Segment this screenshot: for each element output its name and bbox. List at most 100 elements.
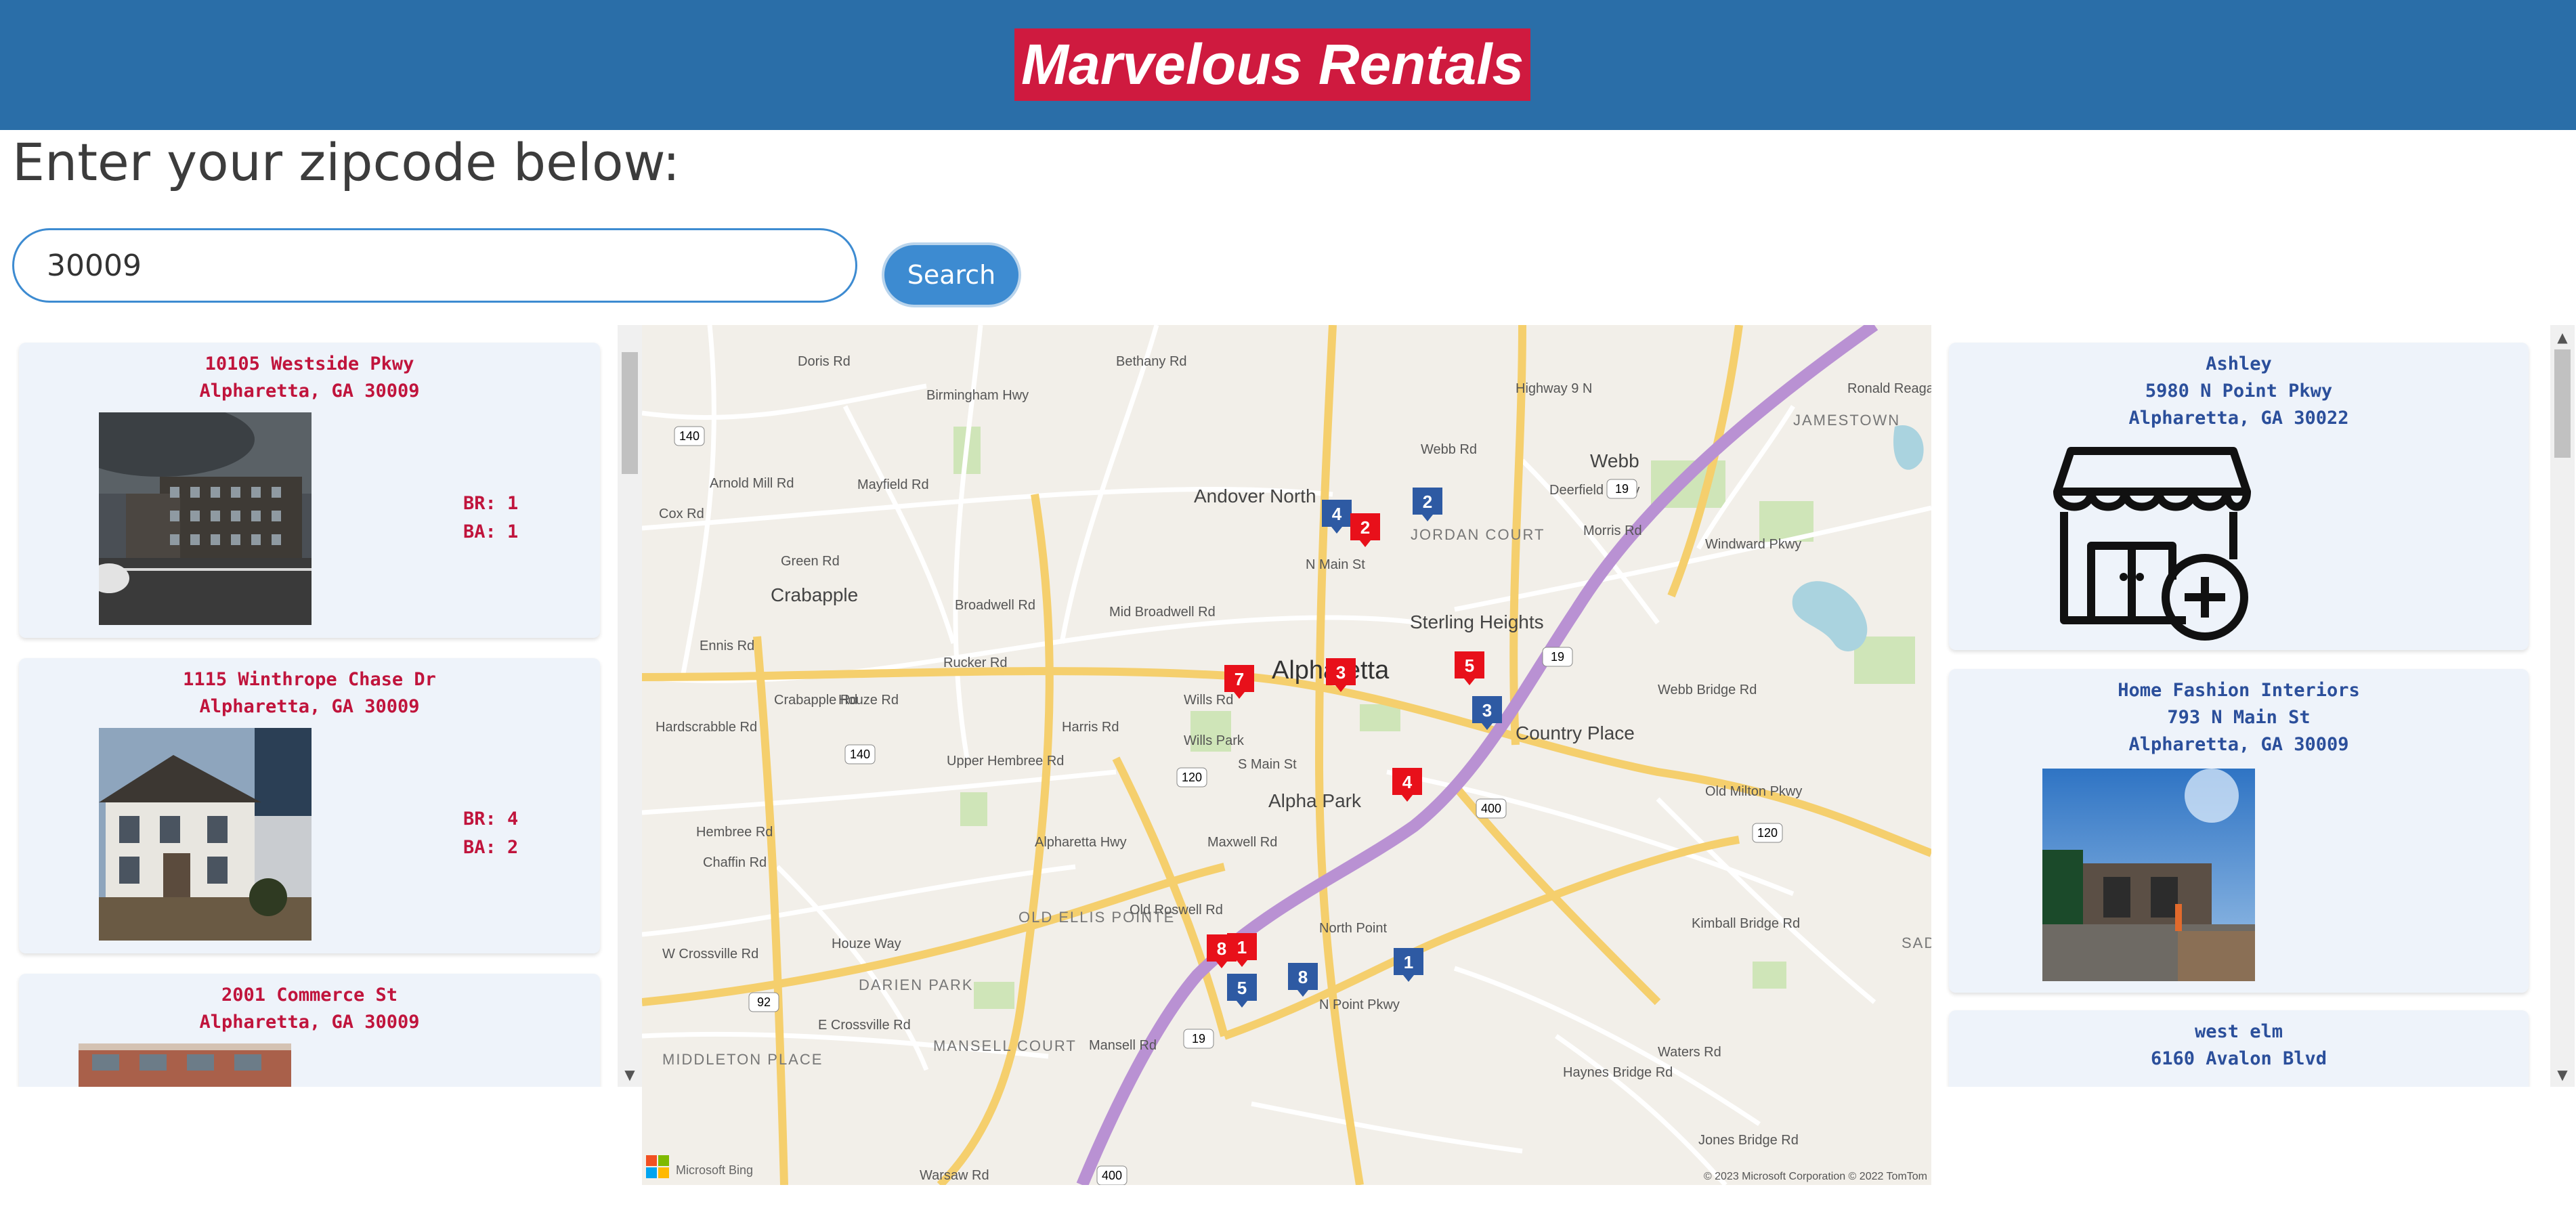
listing-bedrooms: BR: 1	[463, 493, 519, 514]
road-label: Mid Broadwell Rd	[1109, 605, 1216, 620]
rental-listings-panel[interactable]: 10105 Westside Pkwy Alpharetta, GA 30009	[0, 325, 620, 1087]
svg-text:4: 4	[1332, 504, 1342, 524]
listing-city: Alpharetta, GA 30009	[199, 696, 420, 717]
map-label: JORDAN COURT	[1411, 526, 1545, 543]
map-label: MANSELL COURT	[933, 1037, 1077, 1054]
listing-city: Alpharetta, GA 30009	[199, 1012, 420, 1033]
road-label: Arnold Mill Rd	[710, 476, 794, 491]
business-scroll-thumb[interactable]	[2554, 349, 2571, 458]
scroll-down-icon[interactable]: ▼	[2550, 1066, 2575, 1083]
road-label: Bethany Rd	[1116, 354, 1187, 369]
listing-street: 10105 Westside Pkwy	[205, 353, 414, 374]
svg-text:4: 4	[1402, 772, 1413, 792]
map-copyright: © 2023 Microsoft Corporation © 2022 TomT…	[1704, 1171, 1927, 1182]
svg-text:2: 2	[1360, 517, 1370, 538]
road-label: N Point Pkwy	[1319, 997, 1400, 1012]
road-label: Alpharetta Hwy	[1035, 835, 1127, 850]
road-label: Houze Rd	[838, 693, 899, 708]
listing-photo[interactable]	[99, 728, 312, 941]
listings-scroll-thumb[interactable]	[622, 352, 638, 474]
business-card[interactable]: Home Fashion Interiors 793 N Main St Alp…	[1949, 669, 2529, 993]
listing-card[interactable]: 10105 Westside Pkwy Alpharetta, GA 30009	[19, 343, 600, 638]
road-label: N Main St	[1306, 557, 1365, 572]
road-label: Kimball Bridge Rd	[1692, 916, 1800, 931]
road-label: Maxwell Rd	[1207, 835, 1277, 850]
svg-text:3: 3	[1482, 700, 1492, 720]
business-street: 6160 Avalon Blvd	[2150, 1048, 2327, 1069]
road-label: Hembree Rd	[696, 825, 773, 840]
svg-text:5: 5	[1237, 978, 1247, 998]
map-label: MIDDLETON PLACE	[662, 1051, 823, 1068]
road-label: Warsaw Rd	[920, 1168, 989, 1183]
svg-text:5: 5	[1465, 655, 1474, 676]
listing-city: Alpharetta, GA 30009	[199, 381, 420, 402]
road-label: Birmingham Hwy	[926, 388, 1029, 403]
road-label: Webb Rd	[1421, 442, 1477, 457]
road-label: Mansell Rd	[1089, 1038, 1157, 1053]
road-label: Cox Rd	[659, 506, 704, 521]
search-button[interactable]: Search	[882, 242, 1021, 307]
listings-scrollbar[interactable]: ▼	[618, 325, 642, 1087]
route-shield: 400	[1102, 1169, 1122, 1182]
map-label: Webb	[1590, 450, 1639, 471]
business-listings-panel[interactable]: Ashley 5980 N Point Pkwy Alpharetta, GA …	[1938, 325, 2576, 1087]
listing-bathrooms: BA: 2	[463, 837, 519, 858]
listing-card[interactable]: 2001 Commerce St Alpharetta, GA 30009	[19, 974, 600, 1087]
road-label: Waters Rd	[1658, 1045, 1721, 1060]
map-canvas[interactable]: Alpharetta Andover North Webb JAMESTOWN …	[642, 325, 1931, 1185]
route-shield: 19	[1551, 650, 1564, 664]
business-name: Home Fashion Interiors	[2118, 680, 2360, 701]
business-street: 793 N Main St	[2167, 707, 2311, 728]
route-shield: 120	[1757, 826, 1778, 840]
map-label: Andover North	[1194, 486, 1316, 506]
business-card[interactable]: west elm 6160 Avalon Blvd	[1949, 1010, 2529, 1087]
road-label: Doris Rd	[798, 354, 851, 369]
road-label: Upper Hembree Rd	[947, 754, 1064, 769]
listing-street: 1115 Winthrope Chase Dr	[183, 669, 436, 690]
road-label: S Main St	[1238, 757, 1297, 772]
map-view[interactable]: Alpharetta Andover North Webb JAMESTOWN …	[642, 325, 1931, 1185]
business-city: Alpharetta, GA 30022	[2128, 408, 2349, 429]
zipcode-prompt: Enter your zipcode below:	[12, 132, 681, 192]
road-label: Old Milton Pkwy	[1705, 784, 1802, 799]
svg-text:3: 3	[1336, 662, 1346, 683]
route-shield: 120	[1182, 771, 1202, 784]
business-scrollbar[interactable]: ▲ ▼	[2550, 325, 2575, 1087]
road-label: Rucker Rd	[943, 655, 1007, 670]
listing-street: 2001 Commerce St	[221, 985, 398, 1006]
map-label: JAMESTOWN	[1793, 412, 1900, 429]
listing-card[interactable]: 1115 Winthrope Chase Dr Alpharetta, GA 3…	[19, 658, 600, 953]
business-photo[interactable]	[2042, 769, 2255, 981]
app-title: Marvelous Rentals	[1014, 28, 1531, 101]
road-label: Broadwell Rd	[955, 598, 1035, 613]
business-name: Ashley	[2206, 353, 2272, 374]
route-shield: 400	[1481, 802, 1501, 815]
road-label: W Crossville Rd	[662, 947, 758, 962]
business-street: 5980 N Point Pkwy	[2145, 381, 2333, 402]
road-label: Harris Rd	[1062, 720, 1119, 735]
route-shield: 140	[850, 748, 870, 761]
svg-text:8: 8	[1217, 939, 1226, 959]
scroll-up-icon[interactable]: ▲	[2550, 329, 2575, 345]
scroll-down-icon[interactable]: ▼	[618, 1066, 642, 1083]
listing-photo[interactable]	[99, 412, 312, 625]
zipcode-input[interactable]	[12, 228, 857, 303]
route-shield: 19	[1615, 482, 1629, 496]
listing-photo[interactable]	[79, 1043, 291, 1087]
map-label: SADD BRID	[1902, 934, 1931, 951]
map-label: Sterling Heights	[1410, 611, 1544, 632]
road-label: Mayfield Rd	[857, 477, 929, 492]
map-label: Alpha Park	[1268, 790, 1362, 811]
road-label: Chaffin Rd	[703, 855, 767, 870]
business-card[interactable]: Ashley 5980 N Point Pkwy Alpharetta, GA …	[1949, 343, 2529, 650]
road-label: Windward Pkwy	[1705, 537, 1801, 552]
road-label: Morris Rd	[1583, 523, 1642, 538]
map-label: Crabapple	[771, 584, 858, 605]
road-label: Hardscrabble Rd	[656, 720, 757, 735]
store-add-icon	[2051, 444, 2267, 641]
app-header: Marvelous Rentals	[0, 0, 2576, 130]
svg-text:Microsoft Bing: Microsoft Bing	[676, 1163, 753, 1177]
road-label: Wills Rd	[1184, 693, 1233, 708]
map-label: Country Place	[1516, 723, 1635, 743]
road-label: Ennis Rd	[700, 639, 754, 653]
